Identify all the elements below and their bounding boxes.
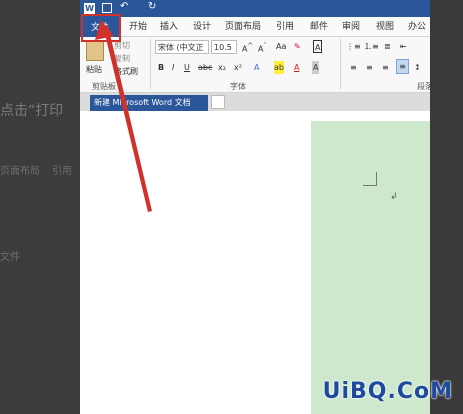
arrow-head: [95, 20, 114, 40]
watermark: UiBQ.CoM: [322, 379, 453, 404]
arrow-annotation: [95, 20, 152, 212]
arrow-shaft: [103, 26, 152, 212]
